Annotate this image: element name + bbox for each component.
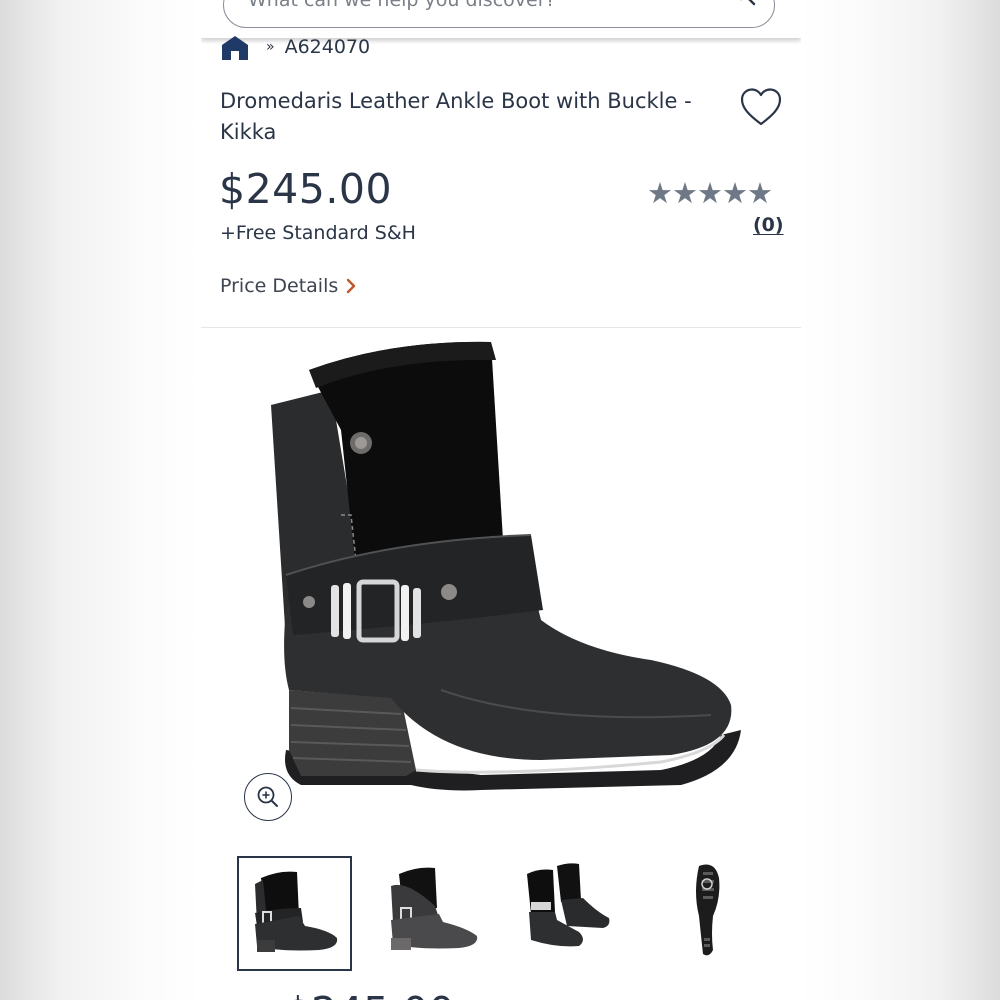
review-count-link[interactable]: (0) [753,214,784,236]
rating-stars: ★★★★★ [647,176,773,210]
breadcrumb: » A624070 [220,34,370,60]
product-title: Dromedaris Leather Ankle Boot with Buckl… [220,89,692,144]
breadcrumb-sku[interactable]: A624070 [285,36,371,58]
breadcrumb-separator: » [266,39,275,55]
search-input[interactable]: What can we help you discover? [223,0,775,28]
zoom-in-icon [257,786,278,807]
search-placeholder: What can we help you discover? [248,0,556,11]
product-main-image[interactable] [241,330,781,830]
price-details-label: Price Details [220,275,339,297]
shipping-note: +Free Standard S&H [220,222,416,244]
product-panel: What can we help you discover? » A624070… [201,0,801,1000]
zoom-button[interactable] [244,773,292,821]
bottom-price: $245.00 [285,988,455,1000]
search-header: What can we help you discover? [201,0,801,38]
home-icon[interactable] [220,34,250,60]
heart-icon[interactable] [739,87,783,127]
product-price: $245.00 [219,165,393,213]
thumbnail-1[interactable] [237,856,352,971]
thumbnail-strip [237,856,797,974]
search-icon[interactable] [730,0,758,9]
thumbnail-3[interactable] [517,856,632,971]
section-divider [201,327,801,328]
thumbnail-4[interactable] [657,856,772,971]
price-details-link[interactable]: Price Details [220,275,356,297]
chevron-right-icon [347,278,356,294]
thumbnail-2[interactable] [377,856,492,971]
